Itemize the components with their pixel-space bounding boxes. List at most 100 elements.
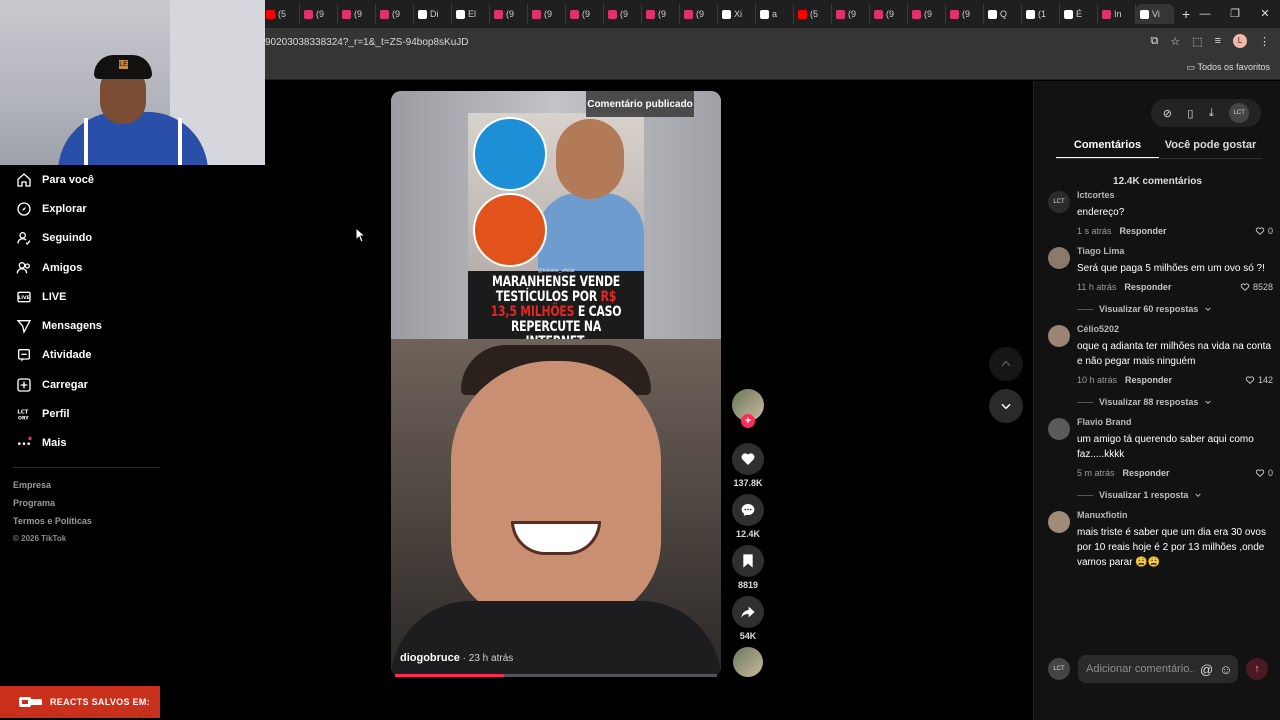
comment-like-button[interactable]: 8528 — [1240, 282, 1273, 292]
view-replies-label: Visualizar 60 respostas — [1099, 304, 1199, 314]
browser-tab[interactable]: É — [1060, 4, 1098, 24]
browser-tab[interactable]: (9 — [300, 4, 338, 24]
sidebar-item-friends[interactable]: Amigos — [0, 253, 160, 282]
tab-comments[interactable]: Comentários — [1056, 137, 1159, 159]
comment-input[interactable] — [1086, 663, 1194, 675]
user-avatar[interactable]: LCT — [1229, 103, 1250, 123]
next-video-button[interactable] — [989, 389, 1023, 423]
browser-tab[interactable]: (9 — [528, 4, 566, 24]
extensions-icon[interactable]: ⬚ — [1192, 35, 1202, 48]
comment-like-button[interactable]: 0 — [1255, 468, 1273, 478]
browser-tab[interactable]: a — [756, 4, 794, 24]
browser-tab-label: Xi — [734, 9, 743, 19]
view-replies-button[interactable]: Visualizar 60 respostas — [1077, 304, 1273, 314]
send-button[interactable]: ↑ — [1246, 658, 1268, 680]
tab-suggestions[interactable]: Você pode gostar — [1159, 137, 1262, 159]
profile-avatar[interactable]: L — [1233, 34, 1247, 48]
share-button[interactable] — [732, 596, 764, 628]
browser-tab[interactable]: (9 — [566, 4, 604, 24]
instagram-icon — [342, 9, 351, 19]
browser-tab[interactable]: Di — [414, 4, 452, 24]
reply-button[interactable]: Responder — [1125, 375, 1172, 385]
browser-tab[interactable]: (9 — [832, 4, 870, 24]
view-replies-button[interactable]: Visualizar 88 respostas — [1077, 397, 1273, 407]
comment-button[interactable] — [732, 494, 764, 526]
cast-icon[interactable]: ⧉ — [1150, 35, 1158, 48]
reply-button[interactable]: Responder — [1124, 282, 1171, 292]
follow-plus-icon[interactable]: + — [741, 414, 755, 428]
video-progress-bar[interactable] — [395, 674, 717, 677]
browser-tab[interactable]: El — [452, 4, 490, 24]
compass-icon[interactable]: ⊘ — [1163, 107, 1172, 120]
comment-avatar[interactable] — [1048, 325, 1070, 347]
browser-tab[interactable]: (9 — [908, 4, 946, 24]
browser-tab[interactable]: Q — [984, 4, 1022, 24]
like-button[interactable] — [732, 443, 764, 475]
phone-icon[interactable]: ▯ — [1187, 107, 1193, 120]
browser-tab[interactable]: (5 — [262, 4, 300, 24]
url-text[interactable]: 90203038338324?_r=1&_t=ZS-94bop8sKuJD — [265, 37, 469, 48]
sidebar-item-more[interactable]: Mais — [0, 429, 160, 458]
save-button[interactable] — [732, 545, 764, 577]
sidebar-item-upload[interactable]: Carregar — [0, 370, 160, 399]
replies-line — [1077, 308, 1093, 310]
browser-tab[interactable]: (9 — [376, 4, 414, 24]
video-author[interactable]: diogobruce — [400, 652, 460, 664]
sidebar-item-profile[interactable]: LCT ORY Perfil — [0, 399, 160, 428]
bookmark-star-icon[interactable]: ☆ — [1170, 35, 1180, 48]
comment-like-button[interactable]: 0 — [1255, 226, 1273, 236]
browser-tab[interactable]: (1 — [1022, 4, 1060, 24]
sidebar-item-live[interactable]: LIVE LIVE — [0, 282, 160, 311]
tabs-underline — [1056, 158, 1262, 159]
previous-video-button[interactable] — [989, 347, 1023, 381]
emoji-icon[interactable]: ☺ — [1219, 662, 1232, 677]
close-icon[interactable]: ✕ — [1250, 0, 1280, 28]
comment-input-box[interactable]: @ ☺ — [1078, 655, 1238, 683]
media-icon[interactable]: ≡ — [1215, 35, 1221, 47]
all-bookmarks-button[interactable]: ▭ Todos os favoritos — [1187, 62, 1270, 73]
video-author-line: diogobruce · 23 h atrás — [400, 652, 513, 664]
browser-tab[interactable]: (9 — [490, 4, 528, 24]
browser-tab[interactable]: (9 — [946, 4, 984, 24]
comment-avatar[interactable]: LCT — [1048, 191, 1070, 213]
comment-username[interactable]: Célio5202 — [1077, 322, 1273, 334]
minimize-icon[interactable]: — — [1190, 0, 1220, 28]
download-icon[interactable]: ⤓ — [1209, 107, 1214, 120]
sidebar-item-activity[interactable]: Atividade — [0, 341, 160, 370]
comment-username[interactable]: Tiago Lima — [1077, 244, 1273, 256]
footer-link[interactable]: Programa — [13, 498, 92, 516]
browser-tab[interactable]: In — [1098, 4, 1136, 24]
comment-username[interactable]: lctcortes — [1077, 188, 1273, 200]
sidebar-item-following[interactable]: Seguindo — [0, 224, 160, 253]
browser-tab[interactable]: (9 — [870, 4, 908, 24]
browser-tab[interactable]: (5 — [794, 4, 832, 24]
music-avatar[interactable] — [733, 647, 763, 677]
jacket-stripe — [84, 118, 88, 165]
comment-avatar[interactable] — [1048, 418, 1070, 440]
view-replies-button[interactable]: Visualizar 1 resposta — [1077, 490, 1273, 500]
browser-tab[interactable]: Vi — [1136, 4, 1174, 24]
comment-avatar[interactable] — [1048, 247, 1070, 269]
new-tab-icon[interactable]: + — [1182, 6, 1190, 22]
creator-avatar[interactable]: + — [732, 389, 764, 428]
sidebar-item-compass[interactable]: Explorar — [0, 194, 160, 223]
browser-tab[interactable]: (9 — [642, 4, 680, 24]
restore-icon[interactable]: ❐ — [1220, 0, 1250, 28]
comment-username[interactable]: Manuxfiotin — [1077, 508, 1273, 520]
browser-tab[interactable]: (9 — [338, 4, 376, 24]
sidebar-item-home[interactable]: Para você — [0, 165, 160, 194]
sidebar-item-messages[interactable]: Mensagens — [0, 311, 160, 340]
mention-icon[interactable]: @ — [1200, 662, 1213, 677]
video-player[interactable]: @teleshe_oficial MARANHENSE VENDE TESTÍC… — [391, 91, 721, 677]
browser-tab[interactable]: Xi — [718, 4, 756, 24]
comment-like-button[interactable]: 142 — [1245, 375, 1273, 385]
comment-avatar[interactable] — [1048, 511, 1070, 533]
footer-link[interactable]: Termos e Políticas — [13, 516, 92, 534]
browser-tab[interactable]: (9 — [604, 4, 642, 24]
reply-button[interactable]: Responder — [1120, 226, 1167, 236]
menu-dots-icon[interactable]: ⋮ — [1259, 35, 1270, 48]
reply-button[interactable]: Responder — [1123, 468, 1170, 478]
footer-link[interactable]: Empresa — [13, 480, 92, 498]
browser-tab[interactable]: (9 — [680, 4, 718, 24]
comment-username[interactable]: Flavio Brand — [1077, 415, 1273, 427]
